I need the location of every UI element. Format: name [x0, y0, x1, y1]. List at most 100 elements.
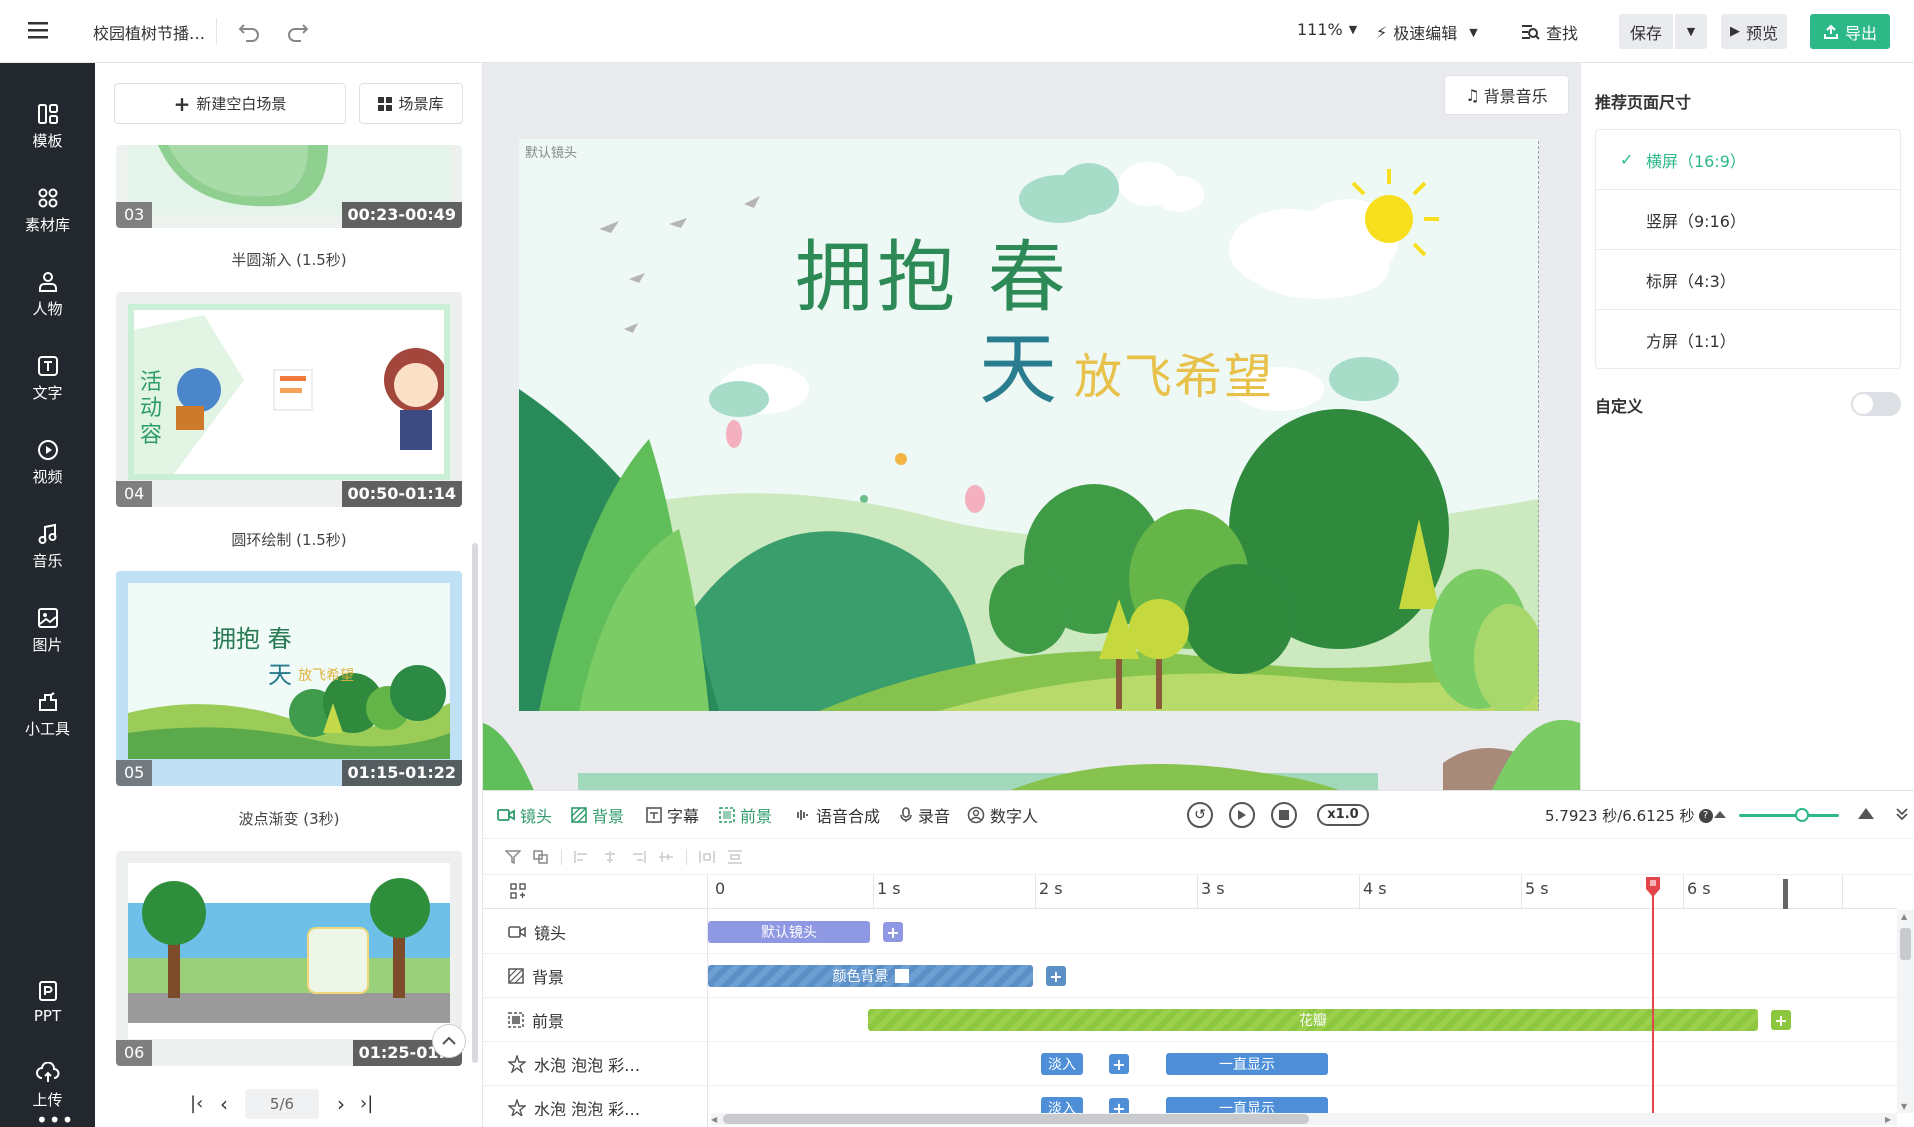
redo-icon[interactable] [285, 18, 311, 44]
scroll-to-top-button[interactable] [432, 1024, 466, 1058]
track-settings-icon[interactable] [510, 883, 526, 899]
stage[interactable]: 默认镜头 拥抱 春 天 放飞希望 [519, 139, 1539, 711]
zoom-in-timeline-icon[interactable] [1857, 806, 1875, 820]
scene-title-line-2[interactable]: 天 [979, 331, 1057, 409]
ruler-tick: 3 s [1201, 879, 1225, 898]
tab-background[interactable]: 背景 [571, 803, 624, 827]
nav-item-text[interactable]: 文字 [0, 344, 95, 414]
custom-size-toggle[interactable] [1851, 392, 1901, 416]
scene-card-03[interactable]: 03 00:23-00:49 [116, 145, 462, 228]
layers-icon[interactable] [533, 850, 549, 864]
help-icon[interactable]: ? [1698, 808, 1713, 823]
new-blank-scene-button[interactable]: + 新建空白场景 [114, 83, 346, 124]
tab-record[interactable]: 录音 [899, 803, 950, 827]
timeline-end-marker[interactable] [1783, 879, 1788, 909]
edit-mode-select[interactable]: ⚡ 极速编辑 ▼ [1376, 20, 1478, 44]
zoom-select[interactable]: 111% ▼ [1297, 20, 1357, 39]
scene-transition-caption[interactable]: 半圆渐入 (1.5秒) [116, 249, 462, 270]
size-option-label: 竖屏（9:16） [1646, 211, 1746, 231]
playhead[interactable] [1646, 877, 1660, 897]
foreground-clip[interactable]: 花瓣 [868, 1009, 1758, 1031]
scene-thumbnail: 拥抱 春 天 放飞希望 [128, 583, 450, 759]
ruler-tick: 1 s [877, 879, 901, 898]
scene-panel-scrollbar[interactable] [472, 543, 478, 1063]
size-option-4-3[interactable]: 标屏（4:3） [1596, 250, 1900, 310]
nav-item-template[interactable]: 模板 [0, 92, 95, 162]
add-foreground-button[interactable]: + [1771, 1010, 1791, 1030]
menu-icon[interactable] [28, 20, 50, 40]
tab-subtitle[interactable]: 字幕 [646, 803, 699, 827]
nav-item-assets[interactable]: 素材库 [0, 176, 95, 246]
nav-item-person[interactable]: 人物 [0, 260, 95, 330]
always-show-clip[interactable]: 一直显示 [1166, 1053, 1328, 1075]
timeline-ruler[interactable]: 0 1 s 2 s 3 s 4 s 5 s 6 s [483, 875, 1897, 1127]
add-camera-button[interactable]: + [883, 922, 903, 942]
timeline-zoom-slider[interactable] [1739, 814, 1839, 817]
nav-item-image[interactable]: 图片 [0, 596, 95, 666]
add-effect-button[interactable]: + [1109, 1054, 1129, 1074]
scene-transition-caption[interactable]: 波点渐变 (3秒) [116, 808, 462, 829]
nav-item-music[interactable]: 音乐 [0, 512, 95, 582]
add-background-button[interactable]: + [1046, 966, 1066, 986]
text-icon [37, 355, 59, 377]
scene-transition-caption[interactable]: 圆环绘制 (1.5秒) [116, 529, 462, 550]
speed-button[interactable]: x1.0 [1317, 804, 1369, 826]
save-button[interactable]: 保存 [1619, 14, 1673, 49]
tab-tts[interactable]: 语音合成 [793, 803, 880, 827]
canvas-area: ♫ 背景音乐 默认镜头 拥抱 春 天 放飞希望 [483, 63, 1580, 790]
nav-item-video[interactable]: 视频 [0, 428, 95, 498]
nav-item-tools[interactable]: 小工具 [0, 680, 95, 750]
tab-foreground[interactable]: 前景 [719, 803, 772, 827]
last-page-icon[interactable]: ›| [360, 1093, 373, 1114]
timeline-horizontal-scrollbar[interactable]: ◀ ▶ [711, 1113, 1897, 1125]
size-option-9-16[interactable]: 竖屏（9:16） [1596, 190, 1900, 250]
timeline-vertical-scrollbar[interactable]: ▲ ▼ [1897, 910, 1914, 1113]
replay-button[interactable]: ↺ [1187, 802, 1213, 828]
align-middle-icon [658, 850, 674, 864]
camera-frame[interactable] [519, 139, 1539, 711]
background-clip[interactable]: 颜色背景 [708, 965, 1033, 987]
next-page-icon[interactable]: › [337, 1092, 345, 1116]
undo-icon[interactable] [236, 18, 262, 44]
collapse-timeline-icon[interactable] [1895, 807, 1909, 821]
thumb-side-text: 活 动 容 [140, 370, 163, 448]
scene-title-line-1[interactable]: 拥抱 春 [795, 239, 1070, 317]
more-icon[interactable]: ••• [36, 1108, 74, 1127]
prev-page-icon[interactable]: ‹ [220, 1092, 228, 1116]
size-option-1-1[interactable]: 方屏（1:1） [1596, 310, 1900, 370]
check-icon: ✓ [1620, 150, 1634, 169]
align-left-icon [574, 850, 590, 864]
star-icon [508, 1055, 526, 1073]
filter-icon[interactable] [505, 850, 521, 864]
stop-button[interactable] [1271, 802, 1297, 828]
preview-button[interactable]: ▶ 预览 [1721, 14, 1787, 49]
background-music-button[interactable]: ♫ 背景音乐 [1444, 75, 1569, 115]
nav-item-ppt[interactable]: PPT [0, 967, 95, 1037]
tab-digital-human[interactable]: 数字人 [967, 803, 1038, 827]
scene-thumbnail: 活 动 容 [128, 304, 450, 480]
play-button[interactable] [1229, 802, 1255, 828]
camera-clip[interactable]: 默认镜头 [708, 921, 870, 943]
export-button[interactable]: 导出 [1810, 14, 1890, 49]
scene-time: 01:15-01:22 [341, 760, 462, 786]
find-button[interactable]: 查找 [1520, 20, 1578, 44]
timeline-zoom-thumb[interactable] [1795, 808, 1809, 822]
tab-camera[interactable]: 镜头 [497, 803, 552, 827]
template-icon [37, 103, 59, 125]
scene-card-04[interactable]: 活 动 容 04 00:50-01:14 [116, 292, 462, 507]
scene-card-05[interactable]: 拥抱 春 天 放飞希望 05 01:15-01:22 [116, 571, 462, 786]
scene-card-06[interactable]: 06 01:25-01:3 [116, 851, 462, 1066]
size-option-16-9[interactable]: ✓ 横屏（16:9） [1596, 130, 1900, 190]
page-indicator[interactable]: 5/6 [245, 1089, 319, 1119]
scene-library-button[interactable]: 场景库 [359, 83, 463, 124]
first-page-icon[interactable]: |‹ [190, 1093, 203, 1114]
zoom-out-timeline-icon[interactable] [1713, 809, 1727, 819]
scene-subtitle[interactable]: 放飞希望 [1074, 353, 1274, 401]
save-dropdown-button[interactable]: ▼ [1675, 14, 1707, 49]
new-blank-scene-label: 新建空白场景 [196, 95, 287, 113]
align-toolbar [505, 845, 743, 869]
nav-label: 素材库 [24, 216, 70, 234]
tools-icon [37, 691, 59, 713]
fade-in-clip[interactable]: 淡入 [1041, 1053, 1083, 1075]
project-title[interactable]: 校园植树节播… [93, 20, 205, 44]
